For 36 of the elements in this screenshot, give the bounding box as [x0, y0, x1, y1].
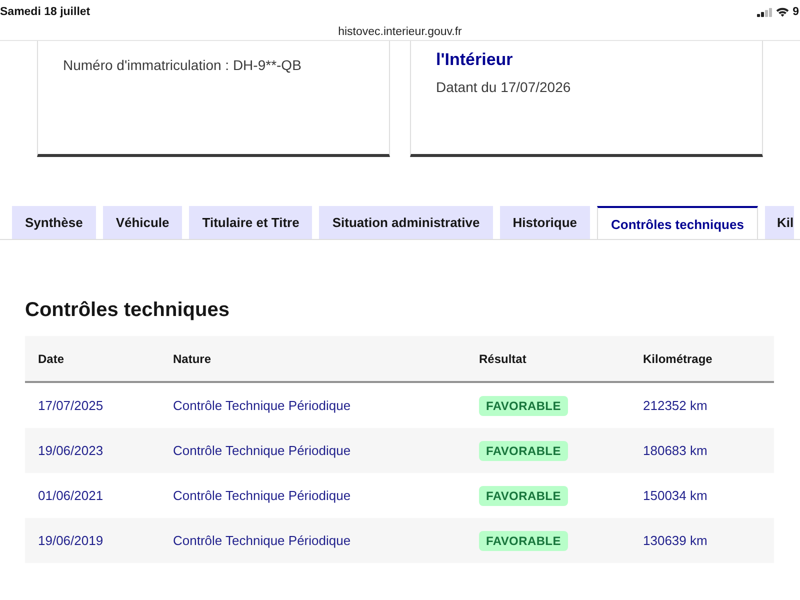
mileage-cell: 212352 km	[630, 382, 774, 428]
tab[interactable]: Situation administrative	[319, 206, 493, 239]
date-cell: 17/07/2025	[25, 382, 160, 428]
tab[interactable]: Kil	[764, 206, 794, 239]
column-header: Résultat	[466, 336, 630, 382]
column-header: Date	[25, 336, 160, 382]
mileage-cell: 150034 km	[630, 473, 774, 518]
section-heading: Contrôles techniques	[25, 298, 230, 323]
date-cell: 01/06/2021	[25, 473, 160, 518]
address-url[interactable]: histovec.interieur.gouv.fr	[338, 26, 462, 38]
tab[interactable]: Véhicule	[102, 206, 182, 239]
signal-icon	[756, 8, 772, 16]
column-header: Kilométrage	[630, 336, 774, 382]
result-badge: FAVORABLE	[479, 396, 568, 416]
card-text: Numéro d'immatriculation : DH-9**-QB	[63, 56, 302, 75]
card-text: Datant du 17/07/2026	[436, 78, 571, 97]
battery-percentage: 9	[792, 6, 799, 18]
mileage-cell: 130639 km	[630, 518, 774, 563]
date-cell: 19/06/2023	[25, 428, 160, 473]
tab[interactable]: Contrôles techniques	[597, 206, 758, 239]
card-title: l'Intérieur	[436, 49, 513, 71]
nature-cell: Contrôle Technique Périodique	[160, 473, 466, 518]
wifi-icon	[776, 7, 789, 17]
nature-cell: Contrôle Technique Périodique	[160, 428, 466, 473]
tab[interactable]: Historique	[500, 206, 590, 239]
column-header: Nature	[160, 336, 466, 382]
result-badge: FAVORABLE	[479, 440, 568, 460]
mileage-cell: 180683 km	[630, 428, 774, 473]
tab[interactable]: Titulaire et Titre	[189, 206, 312, 239]
tab[interactable]: Synthèse	[12, 206, 96, 239]
status-date: Samedi 18 juillet	[0, 6, 90, 18]
date-cell: 19/06/2019	[25, 518, 160, 563]
result-badge: FAVORABLE	[479, 486, 568, 506]
nature-cell: Contrôle Technique Périodique	[160, 382, 466, 428]
nature-cell: Contrôle Technique Périodique	[160, 518, 466, 563]
result-badge: FAVORABLE	[479, 530, 568, 550]
